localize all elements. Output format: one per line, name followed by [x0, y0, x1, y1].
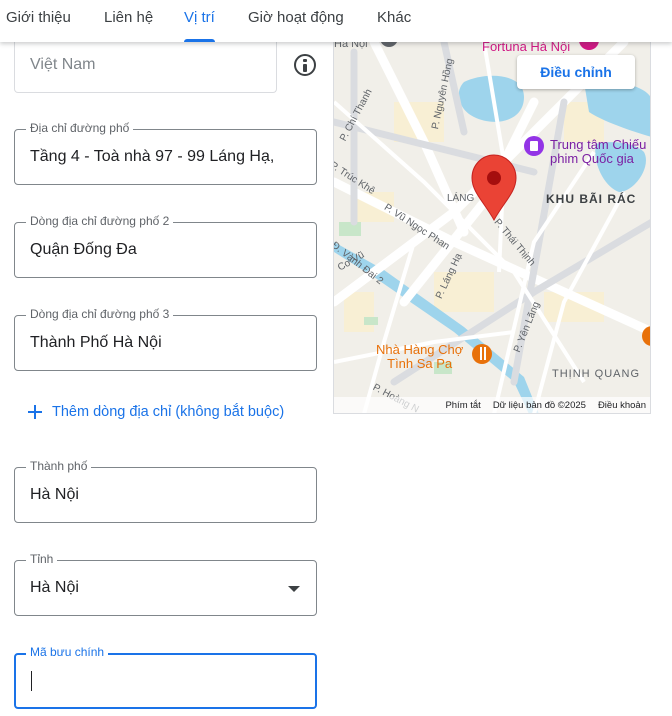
map-label-ha-noi: Hà Nội	[334, 42, 368, 50]
add-address-line-button[interactable]: Thêm dòng địa chỉ (không bắt buộc)	[28, 401, 284, 423]
street-address-2-field[interactable]: Dòng địa chỉ đường phố 2 Quận Đống Đa	[14, 214, 317, 278]
city-field[interactable]: Thành phố Hà Nội	[14, 459, 317, 523]
info-icon[interactable]	[294, 54, 316, 76]
street-address-field[interactable]: Địa chỉ đường phố Tầng 4 - Toà nhà 97 - …	[14, 121, 317, 185]
tab-location[interactable]: Vị trí	[184, 0, 215, 42]
active-tab-indicator	[184, 39, 215, 42]
tab-contact[interactable]: Liên hệ	[104, 0, 153, 42]
country-value: Việt Nam	[30, 56, 96, 73]
tab-about[interactable]: Giới thiệu	[6, 0, 71, 42]
location-editor: Giới thiệu Liên hệ Vị trí Giờ hoạt động …	[0, 0, 672, 716]
city-label: Thành phố	[26, 459, 92, 473]
province-select[interactable]: Tỉnh Hà Nội	[14, 552, 317, 616]
plus-icon	[28, 405, 42, 419]
map-label-khu-bai-rac: KHU BÃI RÁC	[546, 192, 637, 206]
add-address-line-label: Thêm dòng địa chỉ (không bắt buộc)	[52, 404, 285, 420]
map-label-fortuna[interactable]: Fortuna Hà Nội	[482, 42, 570, 54]
province-label: Tỉnh	[26, 552, 58, 566]
text-caret	[31, 671, 32, 691]
street-address-3-label: Dòng địa chỉ đường phố 3	[26, 307, 174, 321]
map-footer: Phím tắt Dữ liệu bản đồ ©2025 Điều khoản	[334, 397, 650, 413]
tab-bar: Giới thiệu Liên hệ Vị trí Giờ hoạt động …	[0, 0, 672, 42]
street-address-2-label: Dòng địa chỉ đường phố 2	[26, 214, 174, 228]
city-value: Hà Nội	[30, 486, 79, 503]
street-address-3-field[interactable]: Dòng địa chỉ đường phố 3 Thành Phố Hà Nộ…	[14, 307, 317, 371]
adjust-map-button[interactable]: Điều chỉnh	[517, 55, 635, 89]
street-address-value: Tầng 4 - Toà nhà 97 - 99 Láng Hạ,	[30, 148, 275, 165]
postal-code-field[interactable]: Mã bưu chính	[14, 645, 317, 709]
chevron-down-icon[interactable]	[288, 586, 300, 592]
map-shortcuts-link[interactable]: Phím tắt	[445, 400, 480, 411]
map-label-cinema[interactable]: Trung tâm Chiếu phim Quốc gia	[550, 138, 646, 166]
map-data-attribution[interactable]: Dữ liệu bản đồ ©2025	[493, 400, 586, 411]
street-address-3-value: Thành Phố Hà Nội	[30, 334, 162, 351]
map-label-lang: LÁNG	[447, 193, 475, 204]
street-address-label: Địa chỉ đường phố	[26, 121, 134, 135]
map-label-thinh-quang: THỊNH QUANG	[552, 368, 640, 380]
tab-hours[interactable]: Giờ hoạt động	[248, 0, 344, 42]
map-label-restaurant[interactable]: Nhà Hàng Chợ Tình Sa Pa	[376, 343, 463, 371]
postal-code-label: Mã bưu chính	[26, 645, 109, 659]
street-address-2-value: Quận Đống Đa	[30, 241, 137, 258]
tab-more[interactable]: Khác	[377, 0, 411, 42]
location-map[interactable]: Fortuna Hà Nội Hà Nội P. Nguyên Hồng P. …	[333, 42, 651, 414]
province-value: Hà Nội	[30, 579, 79, 596]
map-terms-link[interactable]: Điều khoản	[598, 400, 646, 411]
